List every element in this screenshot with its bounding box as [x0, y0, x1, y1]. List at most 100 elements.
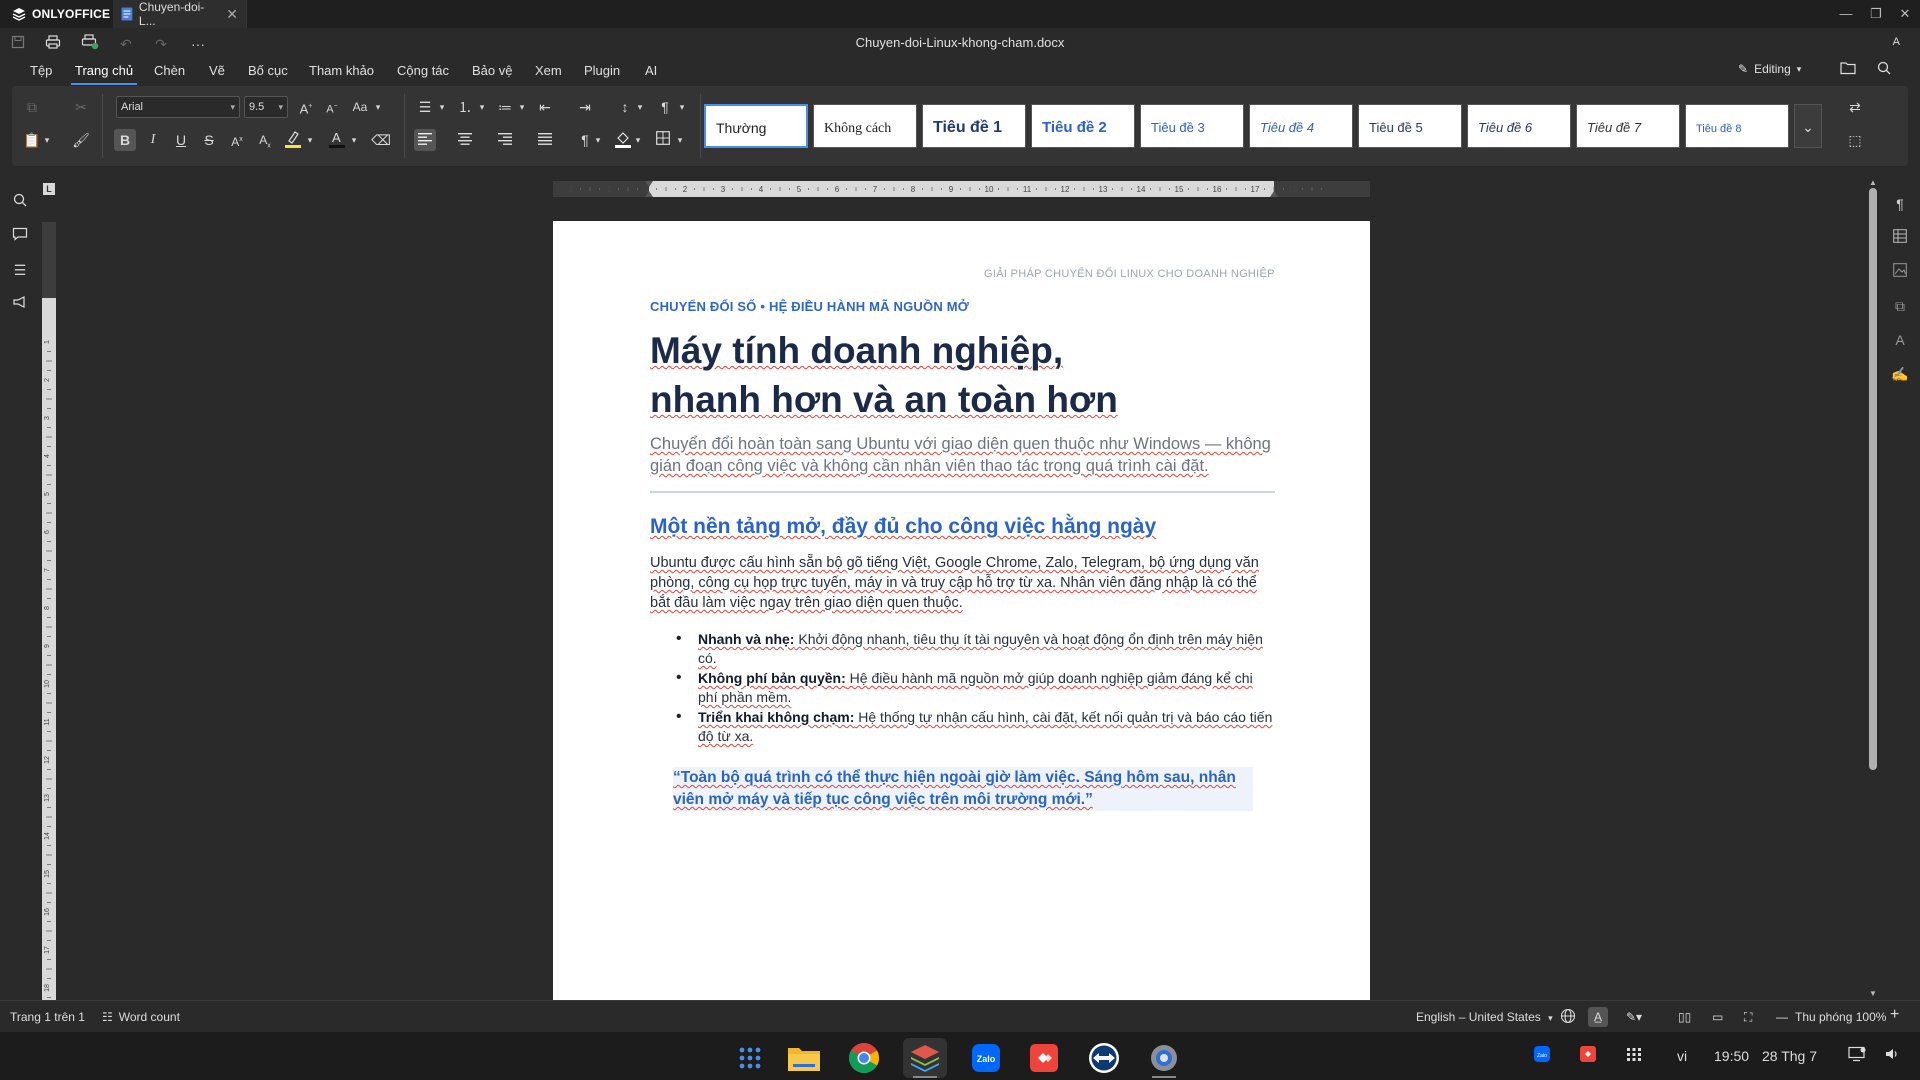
cut-icon[interactable]: ✂ [70, 96, 92, 118]
bullets-icon[interactable]: ☰ [414, 96, 436, 118]
justify-icon[interactable] [534, 129, 556, 151]
tab-layout[interactable]: Bố cục [248, 60, 288, 82]
signature-settings-icon[interactable]: ✍ [1890, 364, 1910, 384]
clear-formatting-icon[interactable]: ⌫ [370, 129, 392, 151]
decrease-font-icon[interactable]: A− [321, 96, 343, 118]
style-heading-5[interactable]: Tiêu đề 5 [1358, 104, 1462, 148]
multi-page-view-icon[interactable]: ▯▯ [1678, 1010, 1691, 1024]
multilevel-list-icon[interactable]: ≔ [494, 96, 516, 118]
language-select[interactable]: English – United States ▾ [1416, 1010, 1553, 1024]
font-name-select[interactable]: Arial ▾ [116, 96, 240, 118]
anydesk-tray-icon[interactable] [1580, 1046, 1596, 1065]
style-heading-4[interactable]: Tiêu đề 4 [1249, 104, 1353, 148]
quick-print-icon[interactable] [80, 34, 100, 54]
fit-to-page-icon[interactable]: ▭ [1712, 1010, 1723, 1024]
navigation-icon[interactable]: ☰ [10, 260, 30, 280]
volume-icon[interactable] [1884, 1046, 1900, 1065]
redo-icon[interactable]: ↷ [151, 34, 171, 54]
teamviewer-icon[interactable] [1082, 1038, 1126, 1078]
increase-font-icon[interactable]: A+ [295, 96, 317, 118]
bold-icon[interactable]: B [114, 129, 136, 151]
open-file-location-icon[interactable] [1838, 60, 1858, 80]
chevron-down-icon[interactable]: ▾ [436, 96, 448, 118]
page-indicator[interactable]: Trang 1 trên 1 [10, 1010, 85, 1024]
chrome-icon[interactable] [842, 1038, 886, 1078]
onlyoffice-logo[interactable]: ONLYOFFICE [12, 6, 110, 22]
document-tab[interactable]: Chuyen-doi-L... ✕ [113, 0, 247, 28]
style-heading-7[interactable]: Tiêu đề 7 [1576, 104, 1680, 148]
scrollbar-thumb[interactable] [1869, 188, 1877, 770]
tab-plugins[interactable]: Plugin [584, 60, 620, 82]
style-no-spacing[interactable]: Không cách [813, 104, 917, 148]
spellcheck-icon[interactable]: A̲ [1588, 1007, 1608, 1027]
chevron-down-icon[interactable]: ▾ [632, 129, 644, 151]
replace-icon[interactable]: ⇄ [1844, 96, 1866, 118]
restore-icon[interactable]: ❐ [1866, 4, 1886, 24]
paragraph-direction-icon[interactable]: ¶ [654, 96, 676, 118]
highlight-color-icon[interactable] [282, 129, 304, 151]
chevron-down-icon[interactable]: ▾ [516, 96, 528, 118]
tab-home[interactable]: Trang chủ [70, 60, 138, 85]
font-size-select[interactable]: 9.5 ▾ [244, 96, 288, 118]
style-heading-3[interactable]: Tiêu đề 3 [1140, 104, 1244, 148]
vertical-scrollbar[interactable]: ▲ ▼ [1866, 178, 1880, 1000]
app-launcher-icon[interactable] [728, 1038, 772, 1078]
chevron-down-icon[interactable]: ▾ [674, 129, 686, 151]
more-icon[interactable]: ··· [188, 34, 208, 54]
save-icon[interactable] [8, 34, 28, 54]
zoom-in-icon[interactable]: + [1890, 1006, 1899, 1024]
input-method-indicator[interactable]: vi [1677, 1048, 1687, 1064]
copy-icon[interactable]: ⧉ [21, 96, 43, 118]
horizontal-ruler[interactable]: 2 1 1 2 3 4 5 6 7 8 9 10 11 12 13 14 15 16 17 18 [553, 181, 1370, 197]
vertical-ruler[interactable]: 123456789101112131415161718 [42, 222, 56, 1000]
tab-view[interactable]: Xem [535, 60, 562, 82]
chevron-down-icon[interactable]: ▾ [476, 96, 488, 118]
anydesk-icon[interactable] [1022, 1038, 1066, 1078]
tab-references[interactable]: Tham khảo [309, 60, 374, 82]
close-window-icon[interactable]: ✕ [1895, 4, 1915, 24]
files-icon[interactable] [782, 1038, 826, 1078]
search-icon[interactable] [1874, 60, 1894, 80]
tab-collaboration[interactable]: Cộng tác [397, 60, 449, 82]
close-tab-icon[interactable]: ✕ [226, 6, 238, 23]
font-color-icon[interactable]: A [326, 129, 348, 151]
find-icon[interactable] [10, 192, 30, 212]
chevron-down-icon[interactable]: ▾ [592, 129, 604, 151]
paste-options-chevron-icon[interactable]: ▾ [41, 129, 53, 151]
tab-protection[interactable]: Bảo vệ [472, 60, 512, 82]
zalo-tray-icon[interactable]: Zalo [1534, 1046, 1550, 1065]
shape-settings-icon[interactable]: ⧉ [1890, 296, 1910, 316]
chevron-down-icon[interactable]: ▾ [304, 129, 316, 151]
style-heading-1[interactable]: Tiêu đề 1 [922, 104, 1026, 148]
paragraph-settings-icon[interactable]: ¶ [1890, 194, 1910, 214]
styles-expand-icon[interactable]: ⌄ [1794, 104, 1822, 148]
style-heading-6[interactable]: Tiêu đề 6 [1467, 104, 1571, 148]
borders-icon[interactable] [652, 129, 674, 151]
comments-icon[interactable] [10, 226, 30, 246]
style-normal[interactable]: Thường [704, 104, 808, 148]
print-icon[interactable] [43, 34, 63, 54]
shading-icon[interactable] [612, 129, 634, 151]
italic-icon[interactable]: I [142, 129, 164, 151]
feedback-icon[interactable] [10, 294, 30, 314]
line-spacing-icon[interactable]: ↕ [614, 96, 636, 118]
text-art-settings-icon[interactable]: A [1890, 330, 1910, 350]
align-right-icon[interactable] [494, 129, 516, 151]
chevron-down-icon[interactable]: ▾ [634, 96, 646, 118]
tab-stop-selector[interactable]: L [43, 183, 55, 195]
chevron-down-icon[interactable]: ▾ [372, 96, 384, 118]
scroll-down-icon[interactable]: ▼ [1869, 989, 1877, 998]
tab-insert[interactable]: Chèn [154, 60, 185, 82]
globe-icon[interactable] [1560, 1008, 1576, 1027]
clock-time[interactable]: 19:50 [1714, 1048, 1749, 1064]
keyboard-grid-icon[interactable] [1626, 1046, 1642, 1065]
minimize-icon[interactable]: — [1836, 4, 1856, 24]
copy-style-icon[interactable]: 🖌 [70, 129, 92, 151]
align-center-icon[interactable] [454, 129, 476, 151]
strikethrough-icon[interactable]: S [198, 129, 220, 151]
tab-ai[interactable]: AI [645, 60, 657, 82]
image-settings-icon[interactable] [1890, 262, 1910, 282]
underline-icon[interactable]: U [170, 129, 192, 151]
paste-icon[interactable]: 📋 [21, 129, 43, 151]
chevron-down-icon[interactable]: ▾ [676, 96, 688, 118]
